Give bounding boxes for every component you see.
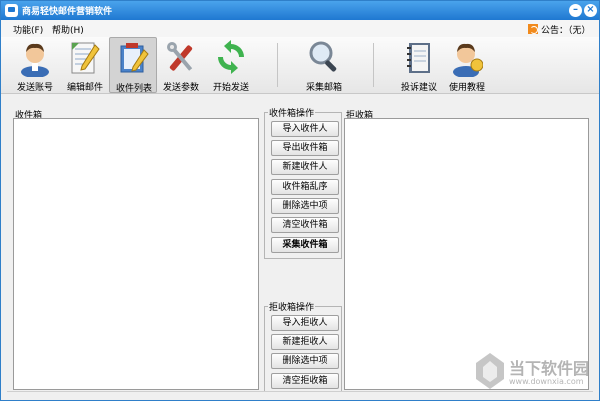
notice[interactable]: 公告：（无） <box>528 23 591 36</box>
recipient-list-icon <box>120 43 149 73</box>
watermark-logo-icon <box>476 353 504 389</box>
toolbar-separator <box>277 43 278 87</box>
notebook-icon <box>407 43 430 73</box>
menu-bar: 功能(F) 帮助(H) 公告：（无） <box>1 20 599 37</box>
inbox-ops-title: 收件箱操作 <box>268 106 316 119</box>
minimize-button[interactable]: – <box>569 4 582 17</box>
import-recipients-button[interactable]: 导入收件人 <box>271 121 339 137</box>
send-account-button[interactable]: 发送账号 <box>11 37 59 93</box>
feedback-button[interactable]: 投诉建议 <box>395 37 443 93</box>
clear-rejectbox-button[interactable]: 清空拒收箱 <box>271 373 339 389</box>
tutorial-label: 使用教程 <box>448 83 485 93</box>
edit-document-icon <box>71 42 100 74</box>
menu-help[interactable]: 帮助(H) <box>52 23 84 36</box>
start-send-label: 开始发送 <box>212 83 249 93</box>
delete-selected-reject-button[interactable]: 删除选中项 <box>271 353 339 369</box>
recipient-list-button[interactable]: 收件列表 <box>109 37 157 94</box>
collect-email-button[interactable]: 采集邮箱 <box>300 37 348 93</box>
inbox-ops-group: 收件箱操作 导入收件人 导出收件箱 新建收件人 收件箱乱序 删除选中项 清空收件… <box>264 106 342 259</box>
title-bar[interactable]: 商易轻快邮件营销软件 – × <box>1 1 599 20</box>
start-send-button[interactable]: 开始发送 <box>207 37 255 93</box>
collect-inbox-button[interactable]: 采集收件箱 <box>271 237 339 253</box>
export-inbox-button[interactable]: 导出收件箱 <box>271 140 339 156</box>
new-recipient-button[interactable]: 新建收件人 <box>271 159 339 175</box>
user-icon <box>21 43 49 77</box>
watermark-text: 当下软件园 <box>509 359 590 378</box>
import-rejects-button[interactable]: 导入拒收人 <box>271 315 339 331</box>
toolbar: 发送账号 编辑邮件 收件列表 发送参数 开始发送 采集邮箱 投诉建议 使用教程 <box>1 37 599 94</box>
window-title: 商易轻快邮件营销软件 <box>22 7 113 17</box>
toolbar-separator <box>373 43 374 87</box>
inbox-list[interactable] <box>13 118 259 390</box>
tools-icon <box>167 42 193 71</box>
tutorial-button[interactable]: 使用教程 <box>443 37 491 93</box>
edit-mail-button[interactable]: 编辑邮件 <box>61 37 109 93</box>
delete-selected-button[interactable]: 删除选中项 <box>271 198 339 214</box>
reject-ops-group: 拒收箱操作 导入拒收人 新建拒收人 删除选中项 清空拒收箱 <box>264 300 342 392</box>
reject-ops-title: 拒收箱操作 <box>268 300 316 313</box>
notice-text: 公告：（无） <box>541 26 591 36</box>
clear-inbox-button[interactable]: 清空收件箱 <box>271 217 339 233</box>
new-reject-button[interactable]: 新建拒收人 <box>271 334 339 350</box>
collect-email-label: 采集邮箱 <box>305 83 342 93</box>
magnifier-icon <box>309 41 337 72</box>
watermark-url: www.downxia.com <box>509 377 584 386</box>
help-user-icon <box>453 43 483 77</box>
close-button[interactable]: × <box>584 4 597 17</box>
app-logo-icon <box>5 4 18 17</box>
notice-icon <box>528 24 538 34</box>
refresh-icon <box>218 40 244 74</box>
app-window: 商易轻快邮件营销软件 – × 功能(F) 帮助(H) 公告：（无） 发送账号 编… <box>0 0 600 401</box>
shuffle-inbox-button[interactable]: 收件箱乱序 <box>271 179 339 195</box>
send-params-button[interactable]: 发送参数 <box>157 37 205 93</box>
watermark: 当下软件园 www.downxia.com <box>471 349 593 395</box>
menu-function[interactable]: 功能(F) <box>13 23 43 36</box>
